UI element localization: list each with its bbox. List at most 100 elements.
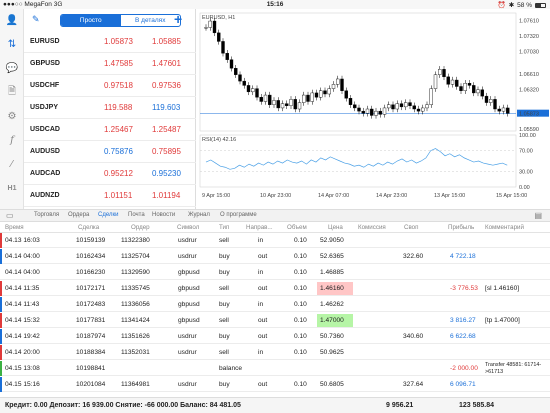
candle <box>204 27 208 29</box>
window-icon[interactable]: ▭ <box>6 211 14 220</box>
table-row[interactable]: 04.15 15:16 10201084 11364981 usdrur buy out 0… <box>0 377 550 392</box>
cell-deal: 10159139 <box>76 237 106 244</box>
cell-deal: 10187974 <box>76 333 106 340</box>
column-header[interactable]: Объем <box>287 224 307 231</box>
column-header[interactable]: Время <box>5 224 24 231</box>
table-row[interactable]: 04.14 04:00 10162434 11325704 usdrur buy out 0… <box>0 249 550 264</box>
cell-time: 04.14 11:35 <box>5 285 40 292</box>
candle <box>416 108 421 112</box>
add-symbol-icon[interactable]: + <box>174 11 182 27</box>
price-chart[interactable]: EURUSD, H1 RSI(14) 42.16 1.07610 1.07320 1.0… <box>196 9 550 209</box>
quote-row[interactable]: GBPUSD 1.47585 1.47601 <box>24 53 196 75</box>
rsi-tick: 100.00 <box>519 133 536 139</box>
column-header[interactable]: Символ <box>177 224 199 231</box>
cell-profit: -3 776.53 <box>450 285 478 292</box>
tab-6[interactable]: О программе <box>220 212 257 218</box>
candle <box>501 107 506 112</box>
column-header[interactable]: Направ... <box>246 224 273 231</box>
candle <box>429 88 433 105</box>
candle <box>306 94 310 102</box>
quote-row[interactable]: AUDUSD 0.75876 0.75895 <box>24 141 196 163</box>
rsi-label: RSI(14) 42.16 <box>202 137 236 143</box>
table-row[interactable]: 04.14 04:00 10166230 11329590 gbpusd buy in 0.… <box>0 265 550 280</box>
document-icon[interactable]: 🗎 <box>4 85 20 99</box>
column-header[interactable]: Комиссия <box>358 224 386 231</box>
candle <box>242 80 246 86</box>
tab-1[interactable]: Ордера <box>68 212 89 218</box>
quote-row[interactable]: USDJPY 119.588 119.603 <box>24 97 196 119</box>
candle <box>399 103 404 108</box>
quote-row[interactable]: AUDCAD 0.95212 0.95230 <box>24 163 196 185</box>
cell-type: sell <box>219 285 229 292</box>
layout-icon[interactable]: ▤ <box>534 211 542 220</box>
table-row[interactable]: 04.14 11:35 10172171 11335745 gbpusd sell out… <box>0 281 550 296</box>
column-header[interactable]: Ордер <box>131 224 150 231</box>
quote-symbol: USDCAD <box>30 126 60 133</box>
cell-symbol: usdrur <box>178 381 197 388</box>
edit-icon[interactable]: ✎ <box>32 14 40 25</box>
tab-4[interactable]: Новости <box>152 212 175 218</box>
quote-row[interactable]: EURUSD 1.05873 1.05885 <box>24 31 196 53</box>
terminal-tabs: ▭ Торговля Ордера Сделки Почта Новости Журнал… <box>0 209 550 222</box>
row-marker <box>0 281 2 296</box>
candle <box>234 68 238 75</box>
objects-icon[interactable]: ⁄ <box>4 157 20 171</box>
tab-detailed[interactable]: В деталях <box>121 15 181 26</box>
cell-price: 1.46160 <box>320 285 344 292</box>
candle <box>438 69 442 75</box>
table-row[interactable]: 04.14 11:43 10172483 11336056 gbpusd buy in 0.… <box>0 297 550 312</box>
account-icon[interactable]: 👤 <box>4 13 20 27</box>
candle <box>450 79 455 85</box>
quotes-icon[interactable]: ⇅ <box>4 37 20 51</box>
battery-icon <box>535 2 546 8</box>
quote-symbol: AUDUSD <box>30 148 60 155</box>
column-header[interactable]: Прибыль <box>448 224 474 231</box>
tab-simple[interactable]: Просто <box>61 15 121 26</box>
candle <box>493 99 497 110</box>
timeframe-icon[interactable]: H1 <box>4 181 20 195</box>
candle <box>327 88 331 95</box>
candle <box>208 20 212 28</box>
cell-order: 11364981 <box>121 381 150 388</box>
candle <box>280 103 285 109</box>
chart-title: EURUSD, H1 <box>202 15 235 21</box>
cell-profit: -2 000.00 <box>450 365 478 372</box>
table-row[interactable]: 04.14 20:00 10188384 11352031 usdrur sell in 0… <box>0 345 550 360</box>
column-header[interactable]: Сделка <box>78 224 99 231</box>
column-header[interactable]: Тип <box>219 224 229 231</box>
chat-icon[interactable]: 💬 <box>4 61 20 75</box>
cell-price: 50.7360 <box>320 333 344 340</box>
candle <box>497 108 501 112</box>
candle <box>323 90 327 95</box>
cell-volume: 0.10 <box>294 333 307 340</box>
status-right: ⏰ ✱ 58 % <box>498 1 546 9</box>
candle <box>361 110 365 114</box>
table-row[interactable]: 04.15 13:08 10198841 balance -2 000.00 Trans… <box>0 361 550 376</box>
tab-3[interactable]: Почта <box>128 212 145 218</box>
cell-profit: 6 096.71 <box>450 381 476 388</box>
table-row[interactable]: 04.13 16:03 10159139 11322380 usdrur sell in 0… <box>0 233 550 248</box>
candle <box>310 92 314 102</box>
table-row[interactable]: 04.14 15:32 10177831 11341424 gbpusd sell out… <box>0 313 550 328</box>
cell-direction: out <box>258 285 268 292</box>
cell-direction: out <box>258 317 268 324</box>
tab-2[interactable]: Сделки <box>98 212 118 218</box>
tab-0[interactable]: Торговля <box>34 212 59 218</box>
column-header[interactable]: Цена <box>328 224 343 231</box>
candle <box>331 84 336 89</box>
cell-price: 1.46885 <box>320 269 344 276</box>
tab-5[interactable]: Журнал <box>188 212 210 218</box>
candle <box>374 110 378 116</box>
column-header[interactable]: Комментарий <box>485 224 524 231</box>
quote-row[interactable]: USDCHF 0.97518 0.97536 <box>24 75 196 97</box>
quote-bid: 1.47585 <box>104 59 133 68</box>
table-row[interactable]: 04.14 19:42 10187974 11351626 usdrur buy out 0… <box>0 329 550 344</box>
settings-icon[interactable]: ⚙ <box>4 109 20 123</box>
indicator-icon[interactable]: f <box>4 133 20 147</box>
candle <box>421 107 425 112</box>
quote-row[interactable]: USDCAD 1.25467 1.25487 <box>24 119 196 141</box>
candle <box>285 103 289 106</box>
column-header[interactable]: Своп <box>404 224 418 231</box>
quote-row[interactable]: AUDNZD 1.01151 1.01194 <box>24 185 196 207</box>
cell-type: buy <box>219 333 230 340</box>
